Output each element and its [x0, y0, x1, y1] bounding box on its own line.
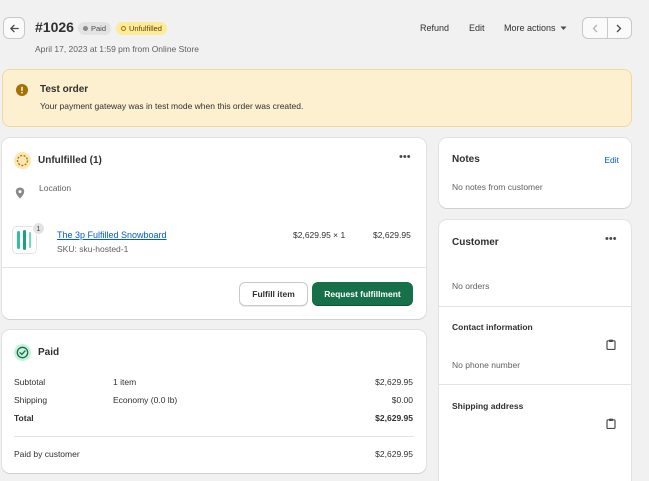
product-price-qty: $2,629.95 × 1	[293, 230, 346, 240]
shipping-amount: $0.00	[391, 395, 413, 405]
product-line-total: $2,629.95	[373, 230, 411, 240]
product-sku: SKU: sku-hosted-1	[57, 244, 129, 254]
next-order-button[interactable]	[608, 18, 632, 38]
edit-button[interactable]: Edit	[469, 23, 485, 33]
total-label: Total	[14, 413, 34, 423]
chevron-right-icon	[616, 24, 622, 32]
notes-empty-text: No notes from customer	[452, 182, 543, 192]
order-subtitle: April 17, 2023 at 1:59 pm from Online St…	[35, 44, 199, 54]
location-pin-icon	[15, 187, 25, 199]
unfulfilled-dot-icon	[121, 26, 127, 31]
order-number: #1026	[35, 19, 74, 35]
paid-by-customer-amount: $2,629.95	[375, 449, 413, 459]
customer-title: Customer	[452, 237, 499, 248]
paid-dot-icon	[83, 26, 88, 31]
unfulfilled-badge-label: Unfulfilled	[129, 24, 162, 33]
subtotal-label: Subtotal	[14, 377, 46, 387]
fulfillment-card: Unfulfilled (1) ••• Location 1 The 3p Fu…	[2, 138, 426, 319]
payment-divider	[14, 436, 414, 437]
pagination-group	[582, 17, 632, 39]
subtotal-amount: $2,629.95	[375, 377, 413, 387]
paid-badge-label: Paid	[91, 24, 107, 33]
payment-title: Paid	[38, 347, 60, 358]
shipping-address-title: Shipping address	[452, 401, 524, 411]
more-actions-button[interactable]: More actions	[504, 23, 567, 33]
test-order-banner: Test order Your payment gateway was in t…	[2, 69, 632, 127]
location-label: Location	[39, 183, 72, 193]
customer-divider-2	[439, 384, 631, 385]
contact-info-title: Contact information	[452, 322, 533, 332]
customer-orders-text: No orders	[452, 281, 490, 291]
banner-title: Test order	[40, 84, 89, 95]
banner-message: Your payment gateway was in test mode wh…	[40, 101, 304, 111]
arrow-left-icon	[9, 24, 19, 32]
back-button[interactable]	[3, 17, 25, 39]
chevron-left-icon	[592, 24, 598, 32]
subtotal-detail: 1 item	[113, 377, 137, 387]
paid-badge: Paid	[78, 22, 112, 35]
request-fulfillment-button[interactable]: Request fulfillment	[312, 282, 413, 306]
fulfillment-divider	[2, 267, 426, 268]
customer-divider-1	[439, 306, 631, 307]
caret-down-icon	[560, 26, 567, 30]
fulfillment-title: Unfulfilled (1)	[38, 155, 102, 166]
unfulfilled-badge: Unfulfilled	[116, 22, 167, 35]
refund-button[interactable]: Refund	[420, 23, 449, 33]
customer-card: Customer ••• No orders Contact informati…	[439, 220, 631, 481]
fulfill-item-button[interactable]: Fulfill item	[239, 282, 308, 306]
paid-status-icon	[14, 344, 31, 361]
payment-card: Paid Subtotal 1 item $2,629.95 Shipping …	[2, 330, 426, 473]
notes-title: Notes	[452, 154, 480, 165]
unfulfilled-status-icon	[14, 152, 31, 169]
more-actions-label: More actions	[504, 23, 556, 33]
quantity-badge: 1	[32, 222, 45, 235]
shipping-label: Shipping	[14, 395, 48, 405]
total-amount: $2,629.95	[375, 413, 413, 423]
copy-contact-icon[interactable]	[606, 339, 616, 350]
customer-more-options-icon[interactable]: •••	[605, 233, 617, 245]
copy-address-icon[interactable]	[606, 418, 616, 429]
previous-order-button[interactable]	[583, 18, 608, 38]
product-name-link[interactable]: The 3p Fulfilled Snowboard	[57, 230, 167, 240]
warning-icon	[16, 84, 28, 96]
more-options-icon[interactable]: •••	[399, 151, 411, 163]
notes-card: Notes Edit No notes from customer	[439, 138, 631, 208]
shipping-detail: Economy (0.0 lb)	[113, 395, 178, 405]
paid-by-customer-label: Paid by customer	[14, 449, 80, 459]
notes-edit-link[interactable]: Edit	[604, 155, 619, 165]
phone-number-text: No phone number	[452, 360, 521, 370]
